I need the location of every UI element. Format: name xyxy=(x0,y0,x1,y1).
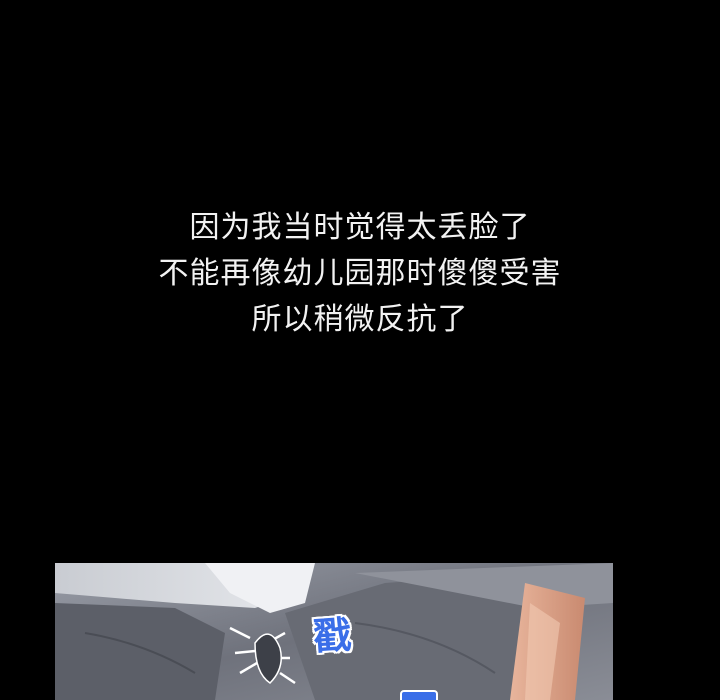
comic-viewer: 因为我当时觉得太丢脸了 不能再像幼儿园那时傻傻受害 所以稍微反抗了 戳 xyxy=(0,0,720,700)
caption-line-2: 不能再像幼儿园那时傻傻受害 xyxy=(158,256,562,291)
sound-effect-text: 戳 xyxy=(311,612,353,660)
comic-panel-illustration: 戳 xyxy=(55,563,613,700)
sound-effect-fragment xyxy=(400,690,438,700)
narration-caption: 因为我当时觉得太丢脸了 不能再像幼儿园那时傻傻受害 所以稍微反抗了 xyxy=(0,205,720,343)
caption-line-3: 所以稍微反抗了 xyxy=(251,302,469,337)
caption-line-1: 因为我当时觉得太丢脸了 xyxy=(189,210,531,245)
